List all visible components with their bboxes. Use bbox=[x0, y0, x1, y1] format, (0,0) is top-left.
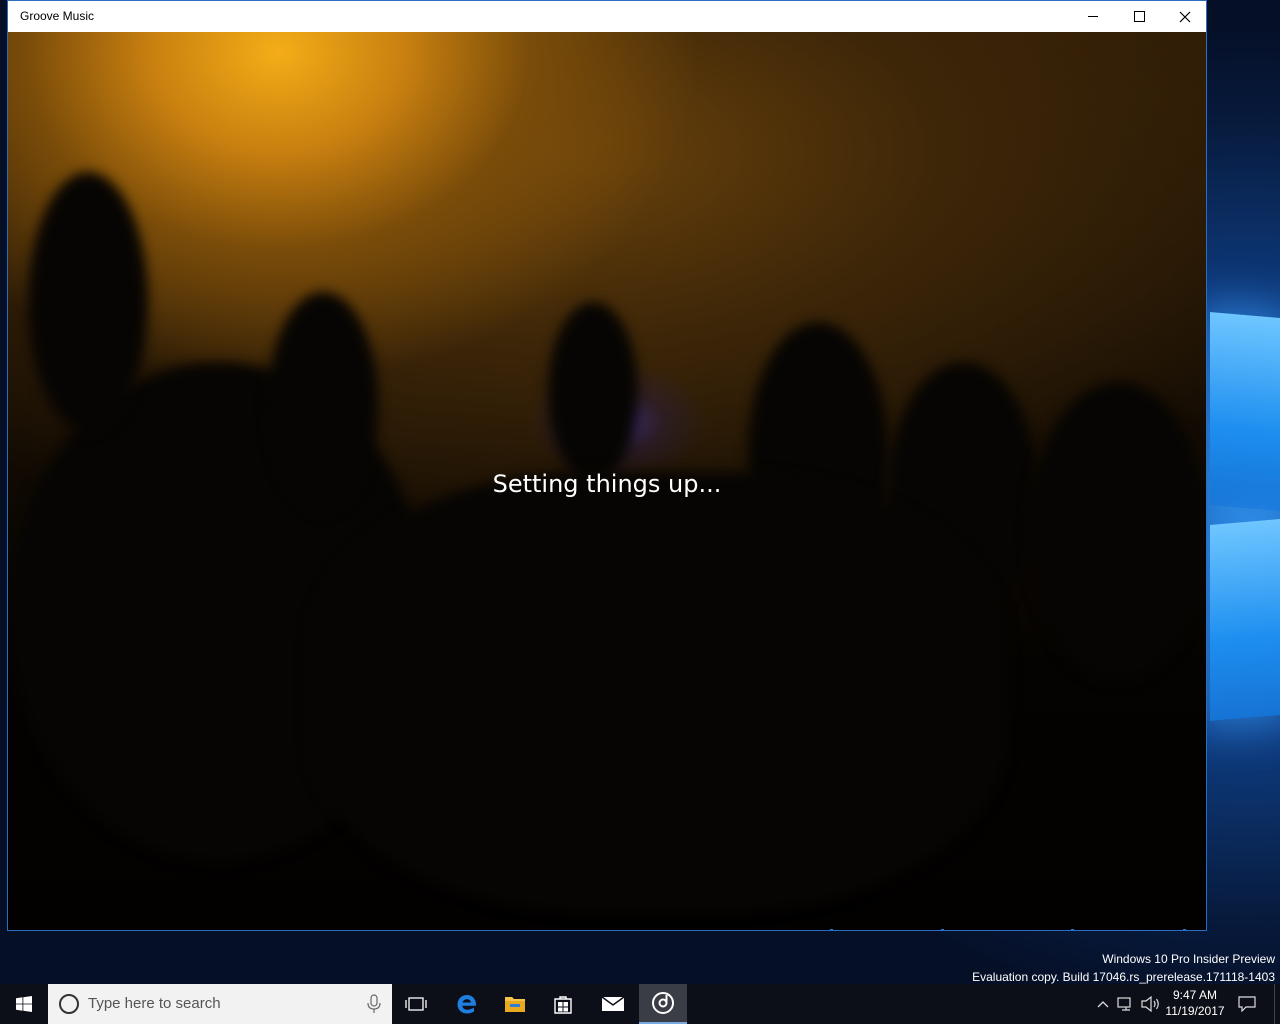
network-button[interactable] bbox=[1116, 984, 1136, 1024]
store-icon bbox=[554, 996, 572, 1014]
crowd-silhouette bbox=[28, 172, 148, 432]
volume-icon bbox=[1141, 996, 1159, 1012]
task-view-button[interactable] bbox=[392, 984, 440, 1024]
maximize-button[interactable] bbox=[1116, 1, 1162, 32]
title-bar[interactable]: Groove Music bbox=[8, 1, 1206, 32]
progress-dot bbox=[1183, 929, 1186, 930]
progress-dot bbox=[830, 929, 833, 930]
groove-music-window: Groove Music Setting things up... bbox=[7, 0, 1207, 931]
task-view-icon bbox=[405, 997, 427, 1011]
show-desktop-button[interactable] bbox=[1274, 984, 1275, 1024]
windows-logo-pane bbox=[1210, 518, 1280, 722]
mail-button[interactable] bbox=[589, 984, 637, 1024]
crowd-silhouette bbox=[548, 302, 638, 482]
groove-music-button[interactable] bbox=[639, 984, 687, 1024]
mail-icon bbox=[601, 996, 625, 1011]
search-box[interactable]: Type here to search bbox=[48, 984, 392, 1024]
clock-time: 9:47 AM bbox=[1172, 988, 1218, 1002]
edge-button[interactable] bbox=[443, 984, 491, 1024]
window-title: Groove Music bbox=[20, 9, 95, 23]
action-center-icon bbox=[1238, 996, 1256, 1012]
crowd-silhouette bbox=[1028, 382, 1206, 682]
volume-button[interactable] bbox=[1140, 984, 1162, 1024]
crowd-silhouette bbox=[308, 472, 1008, 912]
clock[interactable]: 9:47 AM 11/19/2017 bbox=[1160, 987, 1230, 1019]
action-center-button[interactable] bbox=[1232, 984, 1262, 1024]
file-explorer-icon bbox=[505, 997, 525, 1012]
file-explorer-button[interactable] bbox=[491, 984, 539, 1024]
desktop: Groove Music Setting things up... Window… bbox=[0, 0, 1280, 1024]
windows-start-icon bbox=[16, 996, 32, 1012]
minimize-button[interactable] bbox=[1070, 1, 1116, 32]
progress-dot bbox=[1071, 929, 1074, 930]
maximize-icon bbox=[1133, 11, 1145, 22]
splash-screen: Setting things up... bbox=[8, 32, 1206, 930]
taskbar: Type here to search 9:47 AM 11/19/2017 bbox=[0, 984, 1280, 1024]
windows-logo-pane bbox=[1210, 311, 1280, 512]
chevron-up-icon bbox=[1097, 1001, 1109, 1008]
progress-dot bbox=[941, 929, 944, 930]
store-button[interactable] bbox=[539, 984, 587, 1024]
show-hidden-icons-button[interactable] bbox=[1094, 984, 1112, 1024]
microphone-icon[interactable] bbox=[366, 994, 382, 1014]
loading-message: Setting things up... bbox=[492, 470, 722, 498]
close-icon bbox=[1179, 11, 1191, 22]
search-input[interactable]: Type here to search bbox=[88, 995, 221, 1012]
groove-music-icon bbox=[652, 992, 674, 1014]
network-icon bbox=[1117, 997, 1131, 1011]
close-button[interactable] bbox=[1162, 1, 1208, 32]
clock-date: 11/19/2017 bbox=[1165, 1004, 1225, 1018]
edge-icon bbox=[457, 995, 477, 1014]
watermark-edition: Windows 10 Pro Insider Preview bbox=[1102, 952, 1275, 966]
build-watermark: Windows 10 Pro Insider Preview Evaluatio… bbox=[972, 950, 1275, 986]
start-button[interactable] bbox=[0, 984, 48, 1024]
minimize-icon bbox=[1088, 16, 1098, 17]
cortana-icon bbox=[59, 994, 79, 1014]
